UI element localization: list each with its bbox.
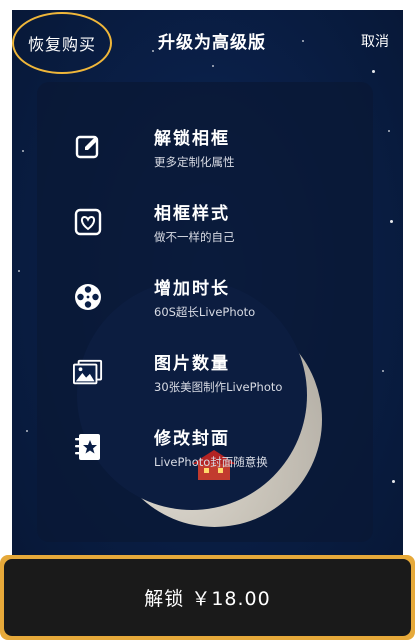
feature-desc: 30张美图制作LivePhoto bbox=[154, 380, 283, 394]
page-title: 升级为高级版 bbox=[158, 33, 266, 53]
feature-desc: LivePhoto封面随意换 bbox=[154, 455, 268, 469]
features-card: 解锁相框 更多定制化属性 相框样式 做不一样的自己 增加时长 60S超长Live… bbox=[37, 82, 373, 542]
star bbox=[392, 480, 395, 483]
feature-unlock-frame: 解锁相框 更多定制化属性 bbox=[37, 124, 373, 184]
film-reel-icon bbox=[73, 282, 103, 312]
purchase-bar: 解锁 ￥18.00 bbox=[0, 555, 415, 640]
star bbox=[22, 150, 24, 152]
star bbox=[390, 220, 393, 223]
feature-title: 解锁相框 bbox=[154, 129, 230, 149]
feature-increase-duration: 增加时长 60S超长LivePhoto bbox=[37, 274, 373, 334]
restore-purchase-button[interactable]: 恢复购买 bbox=[12, 12, 112, 74]
feature-image-count: 图片数量 30张美图制作LivePhoto bbox=[37, 349, 373, 409]
top-bar: 恢复购买 升级为高级版 取消 bbox=[12, 10, 403, 74]
feature-frame-style: 相框样式 做不一样的自己 bbox=[37, 199, 373, 259]
feature-title: 图片数量 bbox=[154, 354, 230, 374]
feature-title: 相框样式 bbox=[154, 204, 230, 224]
screen: 恢复购买 升级为高级版 取消 解锁相框 更多定制化属性 相框样式 做不一样的自己… bbox=[12, 10, 403, 598]
feature-change-cover: 修改封面 LivePhoto封面随意换 bbox=[37, 424, 373, 484]
heart-frame-icon bbox=[73, 207, 103, 237]
star bbox=[388, 130, 390, 132]
images-icon bbox=[73, 357, 103, 387]
feature-title: 增加时长 bbox=[154, 279, 230, 299]
star bbox=[18, 270, 20, 272]
edit-icon bbox=[73, 132, 103, 162]
star bbox=[26, 430, 28, 432]
feature-desc: 60S超长LivePhoto bbox=[154, 305, 256, 319]
notebook-star-icon bbox=[73, 432, 103, 462]
unlock-purchase-button[interactable]: 解锁 ￥18.00 bbox=[4, 559, 411, 636]
feature-desc: 更多定制化属性 bbox=[154, 155, 235, 169]
feature-title: 修改封面 bbox=[154, 429, 230, 449]
cancel-button[interactable]: 取消 bbox=[361, 31, 389, 51]
star bbox=[382, 370, 384, 372]
feature-desc: 做不一样的自己 bbox=[154, 230, 235, 244]
